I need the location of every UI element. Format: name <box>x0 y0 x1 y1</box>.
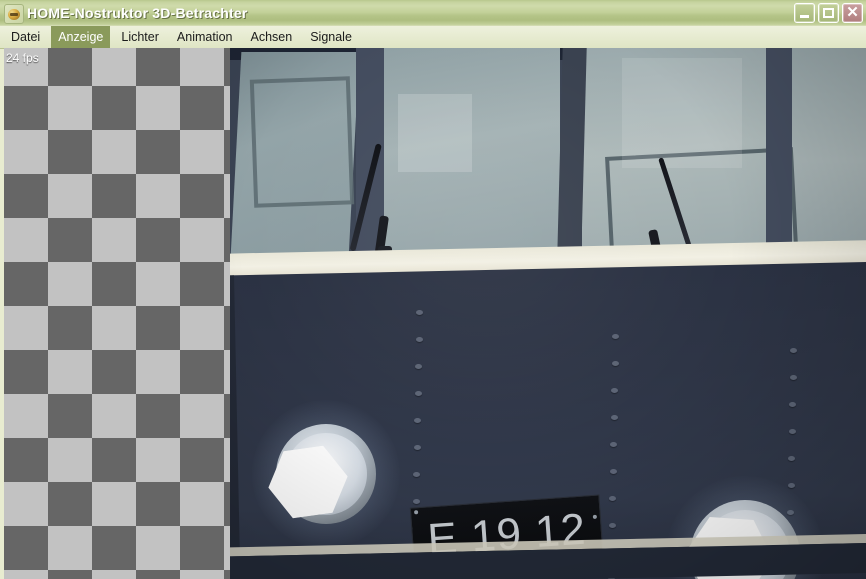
windshield-right <box>790 48 866 256</box>
window-pillar-3 <box>766 48 792 258</box>
rivet <box>412 499 420 504</box>
rivet <box>608 523 616 528</box>
tram-model: E 19 12 <box>230 48 866 579</box>
rivet <box>610 415 618 420</box>
rivet <box>413 472 420 477</box>
close-icon: ✕ <box>846 4 859 21</box>
menu-lichter[interactable]: Lichter <box>114 26 166 48</box>
minimize-button[interactable] <box>794 3 815 23</box>
viewport-3d[interactable]: E 19 12 24 fps <box>4 48 866 579</box>
window-title: HOME-Nostruktor 3D-Betrachter <box>27 5 248 21</box>
rivet <box>415 364 422 369</box>
maximize-button[interactable] <box>818 3 839 23</box>
rivet <box>416 310 423 315</box>
rivet <box>788 429 796 434</box>
cabin-inner-frame-left <box>249 76 355 208</box>
rivet <box>609 469 617 474</box>
rivet <box>789 375 797 380</box>
rivet <box>787 483 795 488</box>
rivet <box>610 442 617 447</box>
rivet <box>611 361 619 366</box>
cabin-panel-a <box>398 94 472 172</box>
menu-achsen[interactable]: Achsen <box>244 26 300 48</box>
menu-signale[interactable]: Signale <box>303 26 359 48</box>
rivet <box>414 391 422 396</box>
sphere-icon <box>4 4 24 24</box>
maximize-icon <box>819 4 838 22</box>
application-window: HOME-Nostruktor 3D-Betrachter ✕ Datei Anz… <box>0 0 866 579</box>
menu-datei[interactable]: Datei <box>4 26 47 48</box>
rivet <box>612 334 619 339</box>
rivet <box>788 456 795 461</box>
minimize-icon <box>795 4 814 22</box>
menu-bar: Datei Anzeige Lichter Animation Achsen Signal… <box>0 26 866 49</box>
menu-animation[interactable]: Animation <box>170 26 240 48</box>
rivet <box>790 348 797 353</box>
fps-counter: 24 fps <box>6 51 39 65</box>
rivet <box>415 337 423 342</box>
menu-anzeige[interactable]: Anzeige <box>51 26 111 48</box>
rivet <box>609 496 616 501</box>
cabin-panel-b <box>622 58 742 168</box>
rivet <box>611 388 618 393</box>
rivet <box>413 445 421 450</box>
rivet <box>414 418 421 423</box>
title-bar: HOME-Nostruktor 3D-Betrachter ✕ <box>0 0 866 27</box>
close-button[interactable]: ✕ <box>842 3 863 23</box>
rivet <box>789 402 796 407</box>
